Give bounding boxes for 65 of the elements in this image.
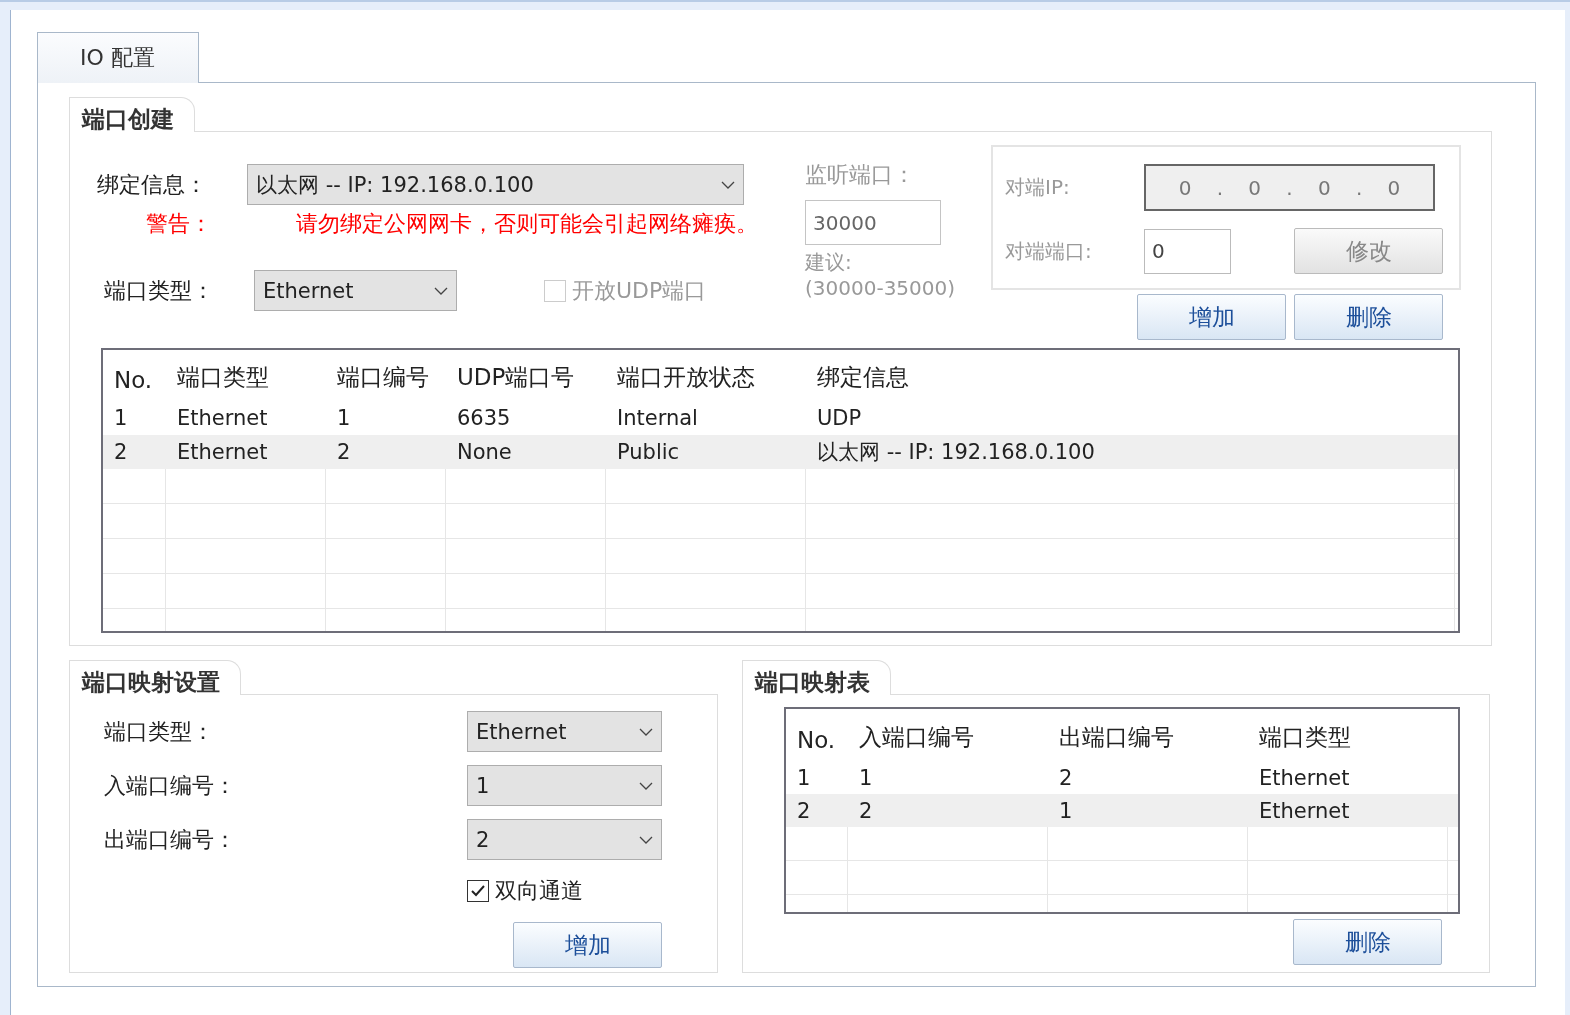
chevron-down-icon bbox=[434, 286, 448, 295]
column-header[interactable]: 端口开放状态 bbox=[606, 350, 806, 401]
table-cell-text: 2 bbox=[336, 439, 352, 466]
chevron-down-icon bbox=[639, 727, 653, 736]
tab[interactable]: IO 配置 bbox=[37, 32, 199, 83]
table-cell-text: Ethernet bbox=[176, 405, 269, 432]
field-label: 监听端口： bbox=[805, 161, 916, 189]
column-header[interactable]: 端口类型 bbox=[166, 350, 326, 401]
hint-label: 建议: bbox=[805, 249, 853, 276]
group-title: 端口创建 bbox=[69, 97, 195, 132]
field-label: 绑定信息： bbox=[97, 171, 207, 197]
checkbox-label: 开放UDP端口 bbox=[572, 276, 707, 305]
warning-text: 请勿绑定公网网卡，否则可能会引起网络瘫痪。 bbox=[296, 210, 758, 238]
table-cell-text: UDP bbox=[816, 405, 863, 432]
range-hint: (30000-35000) bbox=[805, 276, 957, 300]
column-header[interactable]: 端口类型 bbox=[1248, 709, 1448, 761]
table-cell-text: Internal bbox=[616, 405, 699, 432]
column-header[interactable]: No. bbox=[103, 350, 166, 401]
checkbox[interactable] bbox=[467, 880, 489, 902]
action-button[interactable]: 增加 bbox=[1137, 294, 1286, 340]
column-header[interactable]: No. bbox=[786, 709, 848, 761]
dropdown[interactable]: 2 bbox=[467, 819, 662, 860]
table-cell-text: Ethernet bbox=[1258, 764, 1351, 792]
table-cell-text: 1 bbox=[336, 405, 352, 432]
chevron-down-icon bbox=[721, 180, 735, 189]
group-title: 端口映射设置 bbox=[69, 660, 241, 695]
table-cell-text: Ethernet bbox=[176, 439, 269, 466]
column-header[interactable]: UDP端口号 bbox=[446, 350, 606, 401]
field-label: 端口类型： bbox=[104, 718, 214, 744]
field-label: 入端口编号： bbox=[104, 772, 236, 798]
table-row[interactable]: 2 2 1 Ethernet bbox=[786, 794, 1458, 827]
chevron-down-icon bbox=[639, 835, 653, 844]
table-row[interactable]: 2 Ethernet 2 None Public 以太网 -- IP: 192.168.0.100 bbox=[103, 435, 1458, 469]
column-header[interactable]: 绑定信息 bbox=[806, 350, 1455, 401]
table-cell-text: Ethernet bbox=[1258, 797, 1351, 825]
table-cell-text: 1 bbox=[113, 405, 129, 432]
action-button[interactable]: 删除 bbox=[1294, 294, 1443, 340]
port-type-dropdown[interactable]: Ethernet bbox=[254, 270, 457, 311]
add-button[interactable]: 增加 bbox=[513, 922, 662, 968]
table-cell-text: 2 bbox=[796, 797, 812, 825]
table-cell-text: Public bbox=[616, 439, 681, 466]
group-title: 端口映射表 bbox=[742, 660, 891, 695]
binding-dropdown[interactable]: 以太网 -- IP: 192.168.0.100 bbox=[247, 164, 744, 205]
checkbox-label: 双向通道 bbox=[495, 877, 583, 905]
dropdown[interactable]: 1 bbox=[467, 765, 662, 806]
field-label: 端口类型： bbox=[104, 277, 214, 303]
field-label: 对端IP: bbox=[1005, 175, 1070, 199]
field-label: 对端端口: bbox=[1005, 238, 1092, 263]
table-cell-text: 1 bbox=[1058, 797, 1074, 825]
table-cell-text: 1 bbox=[858, 764, 874, 792]
table-cell-text: None bbox=[456, 439, 513, 466]
table-cell-text: 2 bbox=[1058, 764, 1074, 792]
table-cell-text: 2 bbox=[113, 439, 129, 466]
column-header[interactable]: 端口编号 bbox=[326, 350, 446, 401]
field-label: 出端口编号： bbox=[104, 826, 236, 852]
column-header[interactable]: 出端口编号 bbox=[1048, 709, 1248, 761]
chevron-down-icon bbox=[639, 781, 653, 790]
table-cell-text: 以太网 -- IP: 192.168.0.100 bbox=[816, 439, 1096, 466]
column-header[interactable]: 入端口编号 bbox=[848, 709, 1048, 761]
table-cell-text: 2 bbox=[858, 797, 874, 825]
warning-label: 警告： bbox=[146, 211, 212, 236]
table-cell-text: 1 bbox=[796, 764, 812, 792]
delete-button[interactable]: 删除 bbox=[1293, 919, 1442, 965]
table-cell-text: 6635 bbox=[456, 405, 512, 432]
dropdown[interactable]: Ethernet bbox=[467, 711, 662, 752]
